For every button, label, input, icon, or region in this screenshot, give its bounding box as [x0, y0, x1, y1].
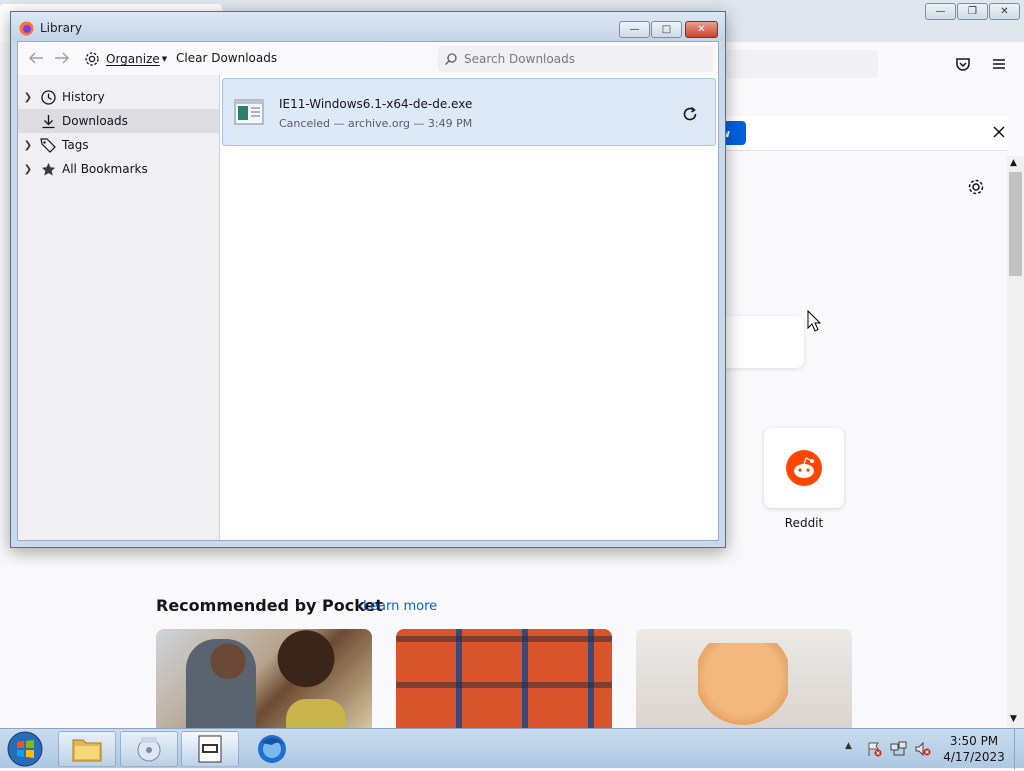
organize-label: Organize — [106, 52, 160, 66]
retry-download-button[interactable] — [679, 103, 701, 125]
firefox-close-button[interactable]: ✕ — [989, 3, 1020, 20]
download-icon — [38, 114, 58, 129]
firefox-logo-icon — [258, 735, 286, 763]
sidebar-item-downloads[interactable]: Downloads — [18, 109, 219, 133]
sidebar-item-history[interactable]: ❯ History — [18, 85, 219, 109]
firefox-logo-icon — [19, 21, 34, 39]
mouse-cursor-icon — [807, 309, 822, 335]
topsite-label-reddit: Reddit — [784, 516, 824, 530]
pocket-card-image[interactable] — [636, 629, 852, 728]
network-icon[interactable] — [890, 741, 908, 760]
file-exe-icon — [198, 735, 222, 763]
pocket-section-title: Recommended by Pocket — [156, 596, 383, 615]
taskbar-media-player[interactable] — [120, 731, 178, 767]
retry-icon — [683, 106, 697, 121]
show-desktop-button[interactable] — [1014, 729, 1024, 769]
scroll-down-arrow-icon[interactable]: ▼ — [1010, 714, 1017, 724]
download-item[interactable]: IE11-Windows6.1-x64-de-de.exe Canceled —… — [222, 78, 716, 146]
expand-arrow-icon[interactable]: ❯ — [18, 140, 38, 151]
sidebar-item-label: History — [62, 90, 105, 104]
forward-arrow-icon[interactable] — [54, 51, 70, 68]
library-window: Library — □ ✕ Organize ▼ Clear Downloads — [10, 11, 726, 548]
clear-downloads-button[interactable]: Clear Downloads — [176, 51, 277, 65]
file-exe-icon — [234, 99, 264, 128]
pocket-learn-more-link[interactable]: Learn more — [363, 599, 437, 614]
library-minimize-button[interactable]: — — [619, 21, 650, 38]
firefox-url-bar[interactable] — [700, 50, 878, 78]
library-close-button[interactable]: ✕ — [685, 21, 718, 38]
topsite-tile-reddit[interactable] — [764, 428, 844, 508]
clock-date: 4/17/2023 — [943, 750, 1005, 764]
clock-time: 3:50 PM — [949, 734, 999, 748]
gear-icon — [85, 52, 99, 66]
windows-logo-icon — [7, 731, 43, 767]
taskbar-clock[interactable]: 3:50 PM 4/17/2023 — [935, 733, 1013, 765]
page-scrollbar-thumb[interactable] — [1009, 172, 1022, 276]
library-maximize-button[interactable]: □ — [651, 21, 682, 38]
action-center-flag-icon[interactable] — [866, 741, 882, 760]
search-downloads-box[interactable] — [438, 46, 713, 72]
sidebar-item-label: Tags — [62, 138, 89, 152]
notification-close-icon[interactable] — [992, 125, 1006, 142]
sidebar-item-label: All Bookmarks — [62, 162, 148, 176]
tag-icon — [38, 137, 58, 153]
library-title: Library — [40, 21, 82, 35]
search-icon — [445, 53, 457, 65]
folder-icon — [72, 739, 102, 762]
media-player-icon — [137, 737, 161, 762]
download-filename: IE11-Windows6.1-x64-de-de.exe — [279, 97, 473, 111]
notification-bar — [700, 116, 1008, 151]
start-button[interactable] — [6, 730, 46, 768]
sidebar-item-tags[interactable]: ❯ Tags — [18, 133, 219, 157]
library-sidebar: ❯ History Downloads ❯ Tags ❯ All Bookmar… — [18, 75, 220, 540]
firefox-minimize-button[interactable]: — — [925, 3, 956, 20]
library-client-area: Organize ▼ Clear Downloads ❯ History — [17, 41, 719, 541]
taskbar-firefox[interactable] — [243, 731, 301, 767]
downloads-list: IE11-Windows6.1-x64-de-de.exe Canceled —… — [220, 75, 718, 540]
taskbar: ▲ 3:50 PM 4/17/2023 — [0, 728, 1024, 769]
library-titlebar[interactable] — [11, 12, 725, 41]
reddit-logo-icon — [786, 450, 822, 486]
expand-arrow-icon[interactable]: ❯ — [18, 164, 38, 175]
sidebar-item-label: Downloads — [62, 114, 128, 128]
pocket-card-image[interactable] — [156, 629, 372, 728]
expand-arrow-icon[interactable]: ❯ — [18, 92, 38, 103]
back-arrow-icon[interactable] — [28, 51, 44, 68]
taskbar-explorer[interactable] — [58, 731, 116, 767]
firefox-maximize-button[interactable]: ❐ — [957, 3, 988, 20]
chevron-down-icon: ▼ — [161, 55, 168, 63]
show-hidden-icons-arrow-icon[interactable]: ▲ — [845, 741, 852, 751]
library-toolbar: Organize ▼ Clear Downloads — [18, 42, 718, 75]
scroll-up-arrow-icon[interactable]: ▲ — [1010, 158, 1017, 168]
volume-muted-icon[interactable] — [914, 741, 932, 760]
organize-menu-button[interactable]: Organize ▼ — [84, 48, 167, 70]
hamburger-menu-icon[interactable] — [992, 57, 1006, 74]
star-icon — [38, 162, 58, 177]
sidebar-item-all-bookmarks[interactable]: ❯ All Bookmarks — [18, 157, 219, 181]
taskbar-installer-active[interactable] — [181, 731, 239, 767]
pocket-card-image[interactable] — [396, 629, 612, 728]
download-status: Canceled — archive.org — 3:49 PM — [279, 117, 473, 130]
pocket-save-icon[interactable] — [955, 56, 971, 75]
search-downloads-input[interactable] — [462, 51, 706, 67]
newtab-settings-gear-icon[interactable] — [967, 178, 985, 199]
clock-icon — [38, 89, 58, 105]
